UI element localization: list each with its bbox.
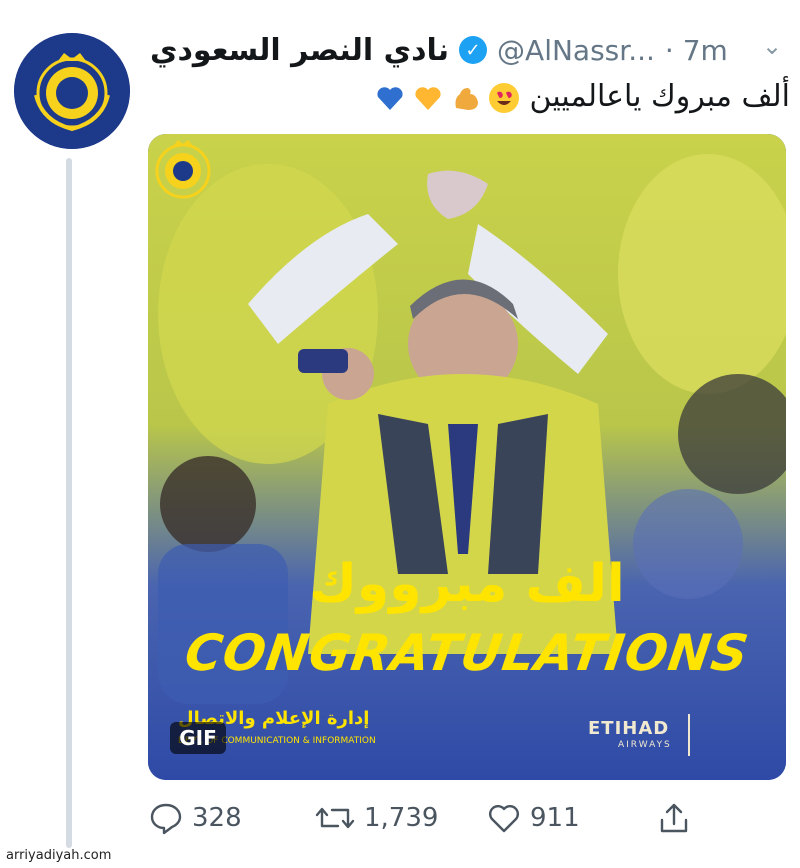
sponsor-subtitle: AIRWAYS [618,740,672,750]
tweet-header: نادي النصر السعودي ✓ @AlNassr... · 7m [150,28,728,72]
heart-icon [489,805,519,833]
timestamp[interactable]: · 7m [665,34,728,67]
like-count: 911 [530,803,580,833]
media-image [148,134,786,780]
tweet-text-body: ألف مبروك ياعالميين [529,79,790,114]
emoji-row [374,82,520,114]
blue-heart-emoji-icon [377,86,403,110]
tweet-text: ألف مبروك ياعالميين [310,75,790,119]
user-handle[interactable]: @AlNassr... [497,34,655,67]
avatar[interactable] [14,33,130,149]
watermark: arriyadiyah.com [6,848,112,863]
like-button[interactable]: 911 [486,800,580,836]
retweet-count: 1,739 [364,803,439,833]
retweet-button[interactable]: 1,739 [314,800,438,836]
reply-count: 328 [192,803,242,833]
club-logo-icon [155,140,211,199]
overlay-english-text: CONGRATULATIONS [181,624,753,682]
club-crest-icon [14,33,130,149]
verified-badge-icon: ✓ [459,36,488,64]
heart-eyes-emoji-icon [489,82,519,113]
overlay-arabic-text: الف مبرووك [309,554,625,614]
share-button[interactable] [656,800,692,836]
chevron-down-icon[interactable]: ⌄ [762,32,782,60]
flexed-biceps-emoji-icon [455,87,478,110]
reply-button[interactable]: 328 [148,800,242,836]
media-card[interactable]: الف مبرووك CONGRATULATIONS إدارة الإعلام… [148,134,786,780]
display-name[interactable]: نادي النصر السعودي [150,33,449,68]
thread-line [66,158,72,848]
gif-badge: GIF [170,722,226,754]
action-bar: 328 1,739 911 [148,796,708,840]
share-icon [660,803,688,833]
divider [688,714,690,756]
yellow-heart-emoji-icon [415,86,441,110]
reply-icon [150,803,182,835]
sponsor-logo: ETIHAD [588,718,670,739]
retweet-icon [315,807,355,829]
